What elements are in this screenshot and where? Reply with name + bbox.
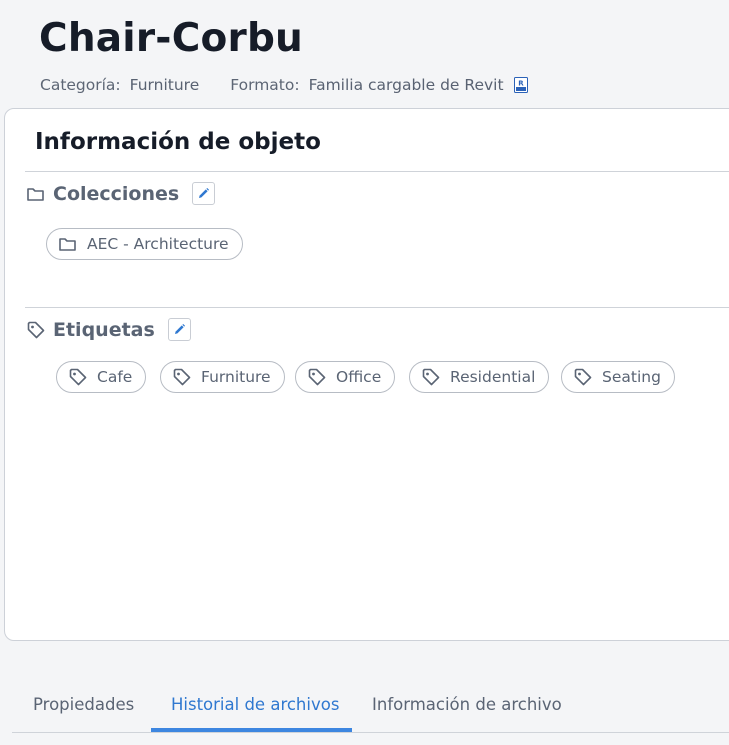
tab-propiedades[interactable]: Propiedades xyxy=(33,676,134,732)
category-value: Furniture xyxy=(129,76,200,94)
format-label: Formato: xyxy=(230,76,300,94)
tag-chip-label: Furniture xyxy=(201,368,271,386)
tab-historial-de-archivos[interactable]: Historial de archivos xyxy=(171,676,339,732)
revit-file-icon: R xyxy=(513,77,528,93)
tab-informacion-de-archivo[interactable]: Información de archivo xyxy=(372,676,562,732)
folder-icon xyxy=(26,184,46,204)
collection-chip-label: AEC - Architecture xyxy=(87,235,229,253)
tag-icon xyxy=(172,367,192,387)
svg-text:R: R xyxy=(518,80,524,88)
tag-chip-label: Residential xyxy=(450,368,536,386)
pencil-icon xyxy=(197,187,210,200)
divider xyxy=(25,307,729,308)
edit-tags-button[interactable] xyxy=(167,318,191,341)
collections-heading-label: Colecciones xyxy=(53,182,180,205)
tag-icon xyxy=(26,320,46,340)
tag-chip-residential[interactable]: Residential xyxy=(409,361,550,393)
meta-row: Categoría: Furniture Formato: Familia ca… xyxy=(40,76,528,94)
tab-bar-baseline xyxy=(12,732,729,733)
tags-heading-label: Etiquetas xyxy=(53,318,155,341)
tag-chip-furniture[interactable]: Furniture xyxy=(160,361,285,393)
category-label: Categoría: xyxy=(40,76,121,94)
tag-icon xyxy=(421,367,441,387)
collections-heading: Colecciones xyxy=(26,182,216,205)
page-title: Chair-Corbu xyxy=(39,16,304,61)
format-value: Familia cargable de Revit xyxy=(308,76,504,94)
tag-chip-office[interactable]: Office xyxy=(295,361,396,393)
tag-icon xyxy=(573,367,593,387)
edit-collections-button[interactable] xyxy=(192,182,216,205)
divider xyxy=(25,171,729,172)
tag-icon xyxy=(68,367,88,387)
collection-chip[interactable]: AEC - Architecture xyxy=(46,228,243,260)
tag-chip-label: Cafe xyxy=(97,368,133,386)
tag-chip-seating[interactable]: Seating xyxy=(561,361,675,393)
tag-chip-cafe[interactable]: Cafe xyxy=(56,361,147,393)
object-info-card: Información de objeto Colecciones AEC - … xyxy=(4,108,729,641)
tag-chip-label: Office xyxy=(336,368,382,386)
object-info-title: Información de objeto xyxy=(35,129,321,155)
tag-chip-label: Seating xyxy=(602,368,661,386)
tag-icon xyxy=(307,367,327,387)
tab-bar: Propiedades Historial de archivos Inform… xyxy=(0,676,729,734)
pencil-icon xyxy=(173,323,186,336)
tags-heading: Etiquetas xyxy=(26,318,191,341)
folder-icon xyxy=(58,234,78,254)
active-tab-indicator xyxy=(151,728,352,732)
